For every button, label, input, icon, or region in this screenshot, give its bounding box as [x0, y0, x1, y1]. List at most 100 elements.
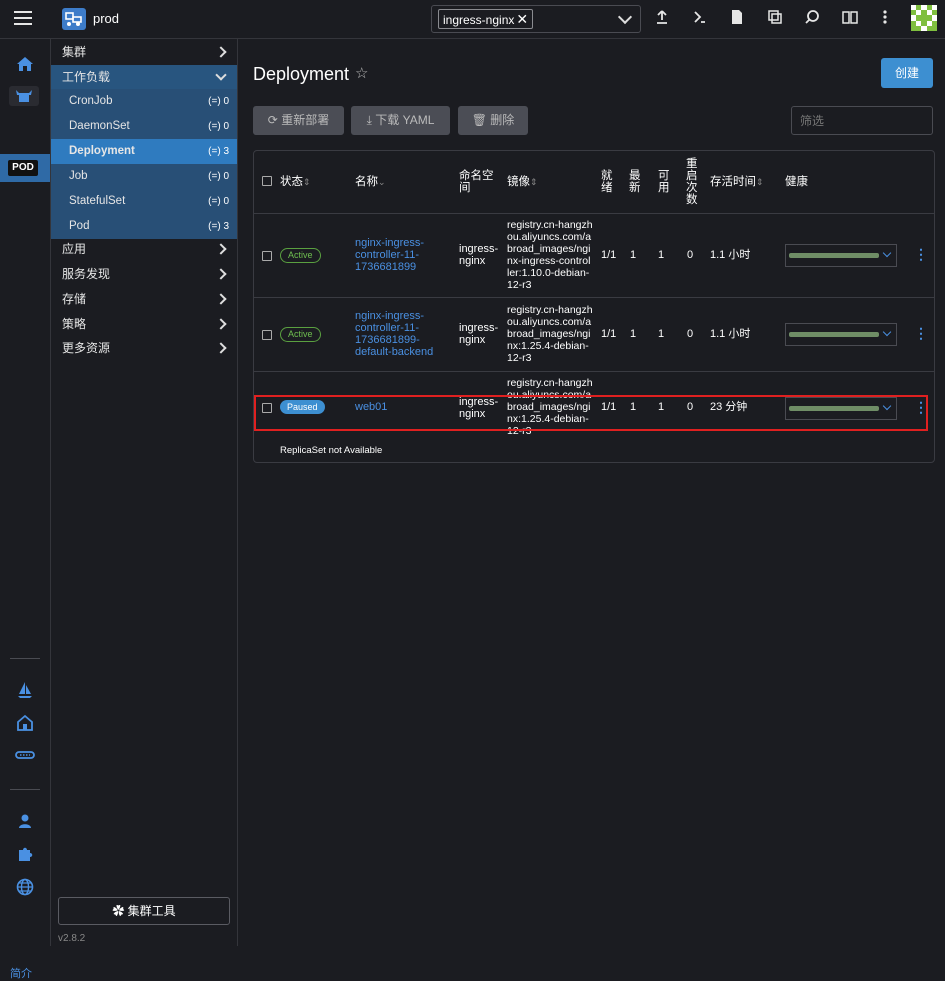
filter-field[interactable] — [791, 106, 933, 135]
row-actions-icon[interactable]: ⋮ — [914, 326, 928, 340]
book-icon[interactable] — [841, 9, 859, 27]
delete-button[interactable]: 🗑 删除 — [458, 106, 528, 135]
download-yaml-button[interactable]: ⤓ 下载 YAML — [351, 106, 450, 135]
column-header-name[interactable]: 名称⌄ — [355, 176, 386, 188]
sidebar-item-apps[interactable]: 应用 — [51, 237, 237, 261]
chevron-down-icon — [215, 69, 227, 81]
redeploy-button[interactable]: ⟳ 重新部署 — [253, 106, 344, 135]
sidebar-item-cronjob[interactable]: CronJob (=) 0 — [51, 89, 237, 114]
resource-count: (=) 3 — [208, 221, 229, 232]
page-title: Deployment — [253, 64, 350, 84]
column-header-restarts[interactable]: 重启次数 — [686, 158, 698, 206]
sidebar-item-statefulset[interactable]: StatefulSet (=) 0 — [51, 189, 237, 214]
create-button[interactable]: 创建 — [881, 58, 933, 88]
puzzle-icon[interactable] — [0, 846, 50, 867]
row-checkbox[interactable] — [262, 330, 272, 340]
redeploy-label: 重新部署 — [281, 113, 330, 127]
column-header-age[interactable]: 存活时间⇕ — [710, 176, 764, 188]
namespace-cell: ingress-nginx — [459, 322, 499, 346]
sidebar-item-deployment[interactable]: Deployment (=) 3 — [51, 139, 237, 164]
upload-icon[interactable] — [653, 9, 671, 27]
select-all-checkbox[interactable] — [262, 176, 272, 186]
sidebar-item-pod[interactable]: Pod (=) 3 — [51, 214, 237, 239]
namespace-select[interactable]: ingress-nginx ✕ — [431, 5, 641, 33]
sidebar-item-label: Pod — [69, 220, 90, 232]
image-cell: registry.cn-hangzh ou.aliyuncs.com/a broad… — [507, 304, 593, 364]
sidebar-item-daemonset[interactable]: DaemonSet (=) 0 — [51, 114, 237, 139]
sidebar-item-label: 策略 — [62, 317, 87, 331]
age-cell: 1.1 小时 — [710, 249, 751, 261]
search-icon[interactable] — [803, 9, 821, 27]
sidebar-item-cluster[interactable]: 集群 — [51, 40, 237, 64]
column-header-available[interactable]: 可用 — [658, 170, 670, 194]
sidebar-item-job[interactable]: Job (=) 0 — [51, 164, 237, 189]
link-icon[interactable] — [0, 748, 50, 766]
avatar[interactable] — [911, 5, 937, 31]
row-actions-icon[interactable]: ⋮ — [914, 247, 928, 261]
health-dropdown[interactable] — [785, 244, 897, 267]
deployment-name-link[interactable]: nginx-ingress-controller-11- 1736681899 — [355, 237, 424, 273]
chevron-right-icon — [215, 46, 227, 58]
column-header-ready[interactable]: 就绪 — [601, 170, 613, 194]
sidebar-item-workloads[interactable]: 工作负载 — [51, 65, 237, 89]
pod-badge: POD — [8, 160, 38, 176]
sidebar: 集群 工作负载 CronJob (=) 0 DaemonSet (=) 0 De… — [51, 39, 238, 946]
sail-icon[interactable] — [0, 681, 50, 704]
column-header-health: 健康 — [785, 176, 808, 188]
sidebar-item-label: DaemonSet — [69, 120, 130, 132]
chevron-down-icon — [882, 327, 892, 337]
up-to-date-cell: 1 — [630, 249, 637, 261]
pod-rail-item[interactable]: POD — [0, 154, 50, 182]
sidebar-item-policy[interactable]: 策略 — [51, 312, 237, 336]
column-header-up-to-date[interactable]: 最新 — [629, 170, 641, 194]
version-label: v2.8.2 — [58, 933, 86, 944]
cluster-tools-button[interactable]: ✿ 集群工具 — [58, 897, 230, 925]
age-cell: 1.1 小时 — [710, 328, 751, 340]
resource-count: (=) 3 — [208, 146, 229, 157]
filter-input[interactable] — [792, 107, 930, 134]
divider — [254, 297, 934, 298]
ready-cell: 1/1 — [601, 249, 617, 261]
chevron-right-icon — [215, 243, 227, 255]
sidebar-item-label: 集群 — [62, 45, 87, 59]
sidebar-item-service-discovery[interactable]: 服务发现 — [51, 262, 237, 286]
sidebar-item-label: CronJob — [69, 95, 113, 107]
terminal-icon[interactable] — [691, 9, 709, 27]
cluster-tile[interactable] — [9, 86, 39, 106]
more-vertical-icon[interactable] — [876, 9, 894, 27]
castle-icon[interactable] — [0, 714, 50, 737]
health-bar — [789, 332, 879, 337]
available-cell: 1 — [658, 328, 665, 340]
deployment-name-link[interactable]: nginx-ingress-controller-11- 1736681899- d… — [355, 310, 433, 358]
chevron-down-icon — [882, 248, 892, 258]
top-bar: prod ingress-nginx ✕ — [0, 0, 945, 39]
health-dropdown[interactable] — [785, 323, 897, 346]
sidebar-item-label: 服务发现 — [62, 267, 111, 281]
globe-icon[interactable] — [0, 878, 50, 901]
column-header-state[interactable]: 状态⇕ — [280, 176, 311, 188]
sidebar-item-storage[interactable]: 存储 — [51, 287, 237, 311]
star-icon[interactable]: ☆ — [355, 64, 368, 82]
up-to-date-cell: 1 — [630, 328, 637, 340]
left-rail: POD 简介 — [0, 39, 51, 980]
close-icon[interactable]: ✕ — [516, 11, 528, 27]
sort-icon: ⇕ — [756, 177, 764, 187]
restarts-cell: 0 — [687, 249, 694, 261]
column-header-namespace[interactable]: 命名空间 — [459, 170, 494, 194]
about-link[interactable]: 简介 — [10, 965, 32, 981]
divider — [254, 213, 934, 214]
home-icon[interactable] — [0, 56, 50, 77]
image-cell: registry.cn-hangzh ou.aliyuncs.com/a broad… — [507, 219, 593, 291]
user-icon[interactable] — [0, 813, 50, 834]
file-icon[interactable] — [728, 9, 746, 27]
sidebar-item-more-resources[interactable]: 更多资源 — [51, 336, 237, 360]
replicaset-message: ReplicaSet not Available — [280, 445, 383, 456]
ready-cell: 1/1 — [601, 328, 617, 340]
health-bar — [789, 253, 879, 258]
chevron-down-icon[interactable] — [617, 9, 633, 25]
row-checkbox[interactable] — [262, 251, 272, 261]
column-header-image[interactable]: 镜像⇕ — [507, 176, 538, 188]
chevron-right-icon — [215, 268, 227, 280]
hamburger-icon[interactable] — [14, 11, 32, 25]
copy-icon[interactable] — [766, 9, 784, 27]
